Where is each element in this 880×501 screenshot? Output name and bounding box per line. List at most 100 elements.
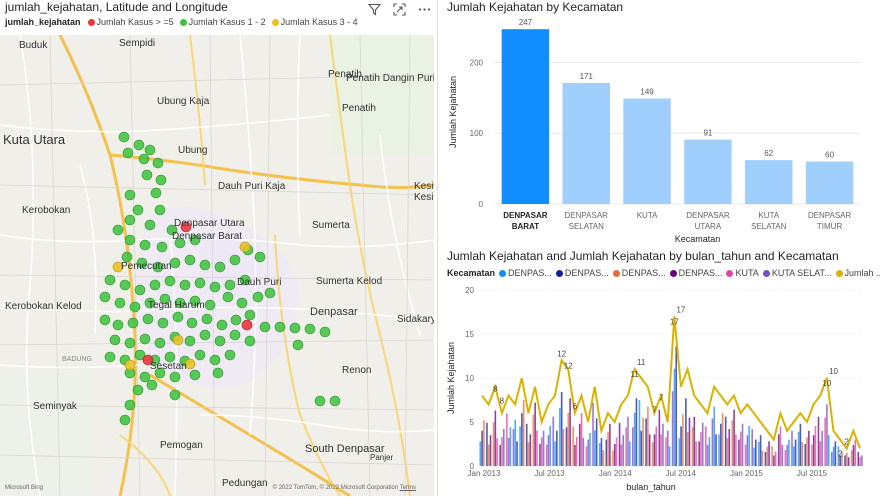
column-bar (660, 434, 662, 466)
legend-item-yellow[interactable]: Jumlah Kasus 3 - 4 (272, 17, 358, 27)
legend-item[interactable]: DENPAS... (613, 268, 666, 278)
column-bar (621, 444, 623, 466)
legend-item[interactable]: DENPAS... (499, 268, 552, 278)
legend-item[interactable]: KUTA SELAT... (763, 268, 832, 278)
column-bar (747, 435, 749, 466)
column-bar (607, 432, 609, 466)
column-bar (594, 430, 596, 466)
column-bar (656, 426, 658, 466)
x-tick-label: DENPASAR (808, 211, 852, 220)
column-bar (636, 398, 638, 466)
column-bar (566, 427, 568, 466)
data-label: 62 (764, 149, 773, 158)
legend-item[interactable]: DENPAS... (670, 268, 723, 278)
bar[interactable] (745, 160, 792, 204)
x-tick-label: DENPASAR (565, 211, 609, 220)
column-bar (859, 457, 861, 466)
line-chart-svg: 0510152088121261111171777101022Jan 2013J… (440, 248, 880, 496)
data-label: 8 (500, 397, 505, 406)
column-bar (782, 445, 784, 466)
bar[interactable] (684, 140, 731, 204)
column-bar (848, 457, 850, 466)
column-bar (552, 417, 554, 466)
column-bar (728, 429, 730, 466)
column-bar (554, 441, 556, 466)
column-bar (581, 413, 583, 466)
terms-link[interactable]: Terms (400, 485, 416, 491)
column-bar (614, 444, 616, 466)
column-bar (861, 455, 863, 466)
place-label: Dauh Puri Kaja (218, 181, 285, 192)
column-bar (627, 417, 629, 466)
place-label: Pedungan (222, 478, 268, 489)
x-tick-label: UTARA (695, 222, 722, 231)
bar[interactable] (563, 83, 610, 204)
column-bar (556, 431, 558, 466)
column-bar (791, 431, 793, 466)
column-bar (675, 346, 677, 466)
data-label: 247 (519, 18, 533, 27)
column-bar (514, 420, 516, 466)
column-bar (804, 444, 806, 466)
map-canvas[interactable]: Buduk Sempidi Ubung Kaja Kuta Utara Ubun… (0, 35, 434, 496)
place-label: Kerobokan Kelod (5, 301, 82, 312)
data-label: 17 (670, 317, 679, 326)
column-bar (622, 435, 624, 466)
legend-dot-icon (613, 270, 620, 277)
column-bar (642, 418, 644, 466)
column-bar (601, 438, 603, 466)
y-tick-label: 0 (479, 200, 484, 209)
bing-logo: Microsoft Bing (5, 485, 43, 491)
line-chart-visual[interactable]: Jumlah Kejahatan and Jumlah Kejahatan by… (440, 248, 880, 496)
bar-chart-visual[interactable]: Jumlah Kejahatan by Kecamatan 0100200247… (440, 0, 880, 248)
place-label: Kesiman (414, 181, 434, 192)
x-tick-label: BARAT (512, 222, 540, 231)
more-options-icon[interactable] (418, 3, 431, 18)
bar[interactable] (806, 162, 853, 204)
x-tick-label: Jul 2015 (797, 469, 828, 478)
legend-item-green[interactable]: Jumlah Kasus 1 - 2 (180, 17, 266, 27)
column-bar (632, 427, 634, 466)
column-bar (480, 441, 482, 466)
legend-item[interactable]: DENPAS... (556, 268, 609, 278)
column-bar (738, 440, 740, 466)
legend-item-red[interactable]: Jumlah Kasus > =5 (88, 17, 174, 27)
data-label: 2 (845, 437, 850, 446)
place-label: Renon (342, 365, 371, 376)
x-tick-label: Jan 2014 (599, 469, 632, 478)
column-bar (689, 418, 691, 466)
place-label: Kuta Utara (3, 132, 65, 147)
column-bar (568, 413, 570, 466)
legend-dot-icon (180, 19, 187, 26)
place-label: Panjer (370, 453, 393, 462)
y-tick-label: 100 (470, 129, 484, 138)
column-bar (732, 420, 734, 466)
y-tick-label: 10 (465, 374, 474, 383)
bar[interactable] (623, 99, 670, 204)
column-bar (579, 424, 581, 466)
bar[interactable] (502, 29, 549, 204)
column-bar (773, 455, 775, 466)
column-bar (523, 400, 525, 466)
column-bar (513, 429, 515, 466)
place-label: Tegal Harum (148, 300, 205, 311)
column-bar (692, 427, 694, 466)
legend-item[interactable]: Jumlah ... (836, 268, 880, 278)
place-label: Penatih Dangin Puri (346, 73, 434, 84)
column-bar (652, 442, 654, 466)
place-label: Sumerta Kelod (316, 276, 382, 287)
column-bar (490, 435, 492, 466)
column-bar (760, 435, 762, 466)
column-bar (753, 448, 755, 466)
column-bar (583, 438, 585, 466)
data-label: 6 (573, 402, 578, 411)
column-bar (496, 438, 498, 466)
map-visual[interactable]: jumlah_kejahatan, Latitude and Longitude… (0, 0, 437, 496)
filter-icon[interactable] (368, 3, 381, 18)
column-bar (549, 426, 551, 466)
column-bar (541, 437, 543, 466)
legend-item[interactable]: KUTA (726, 268, 758, 278)
bar-chart-title: Jumlah Kejahatan by Kecamatan (447, 0, 623, 14)
total-line (482, 316, 860, 448)
focus-mode-icon[interactable] (393, 3, 406, 18)
